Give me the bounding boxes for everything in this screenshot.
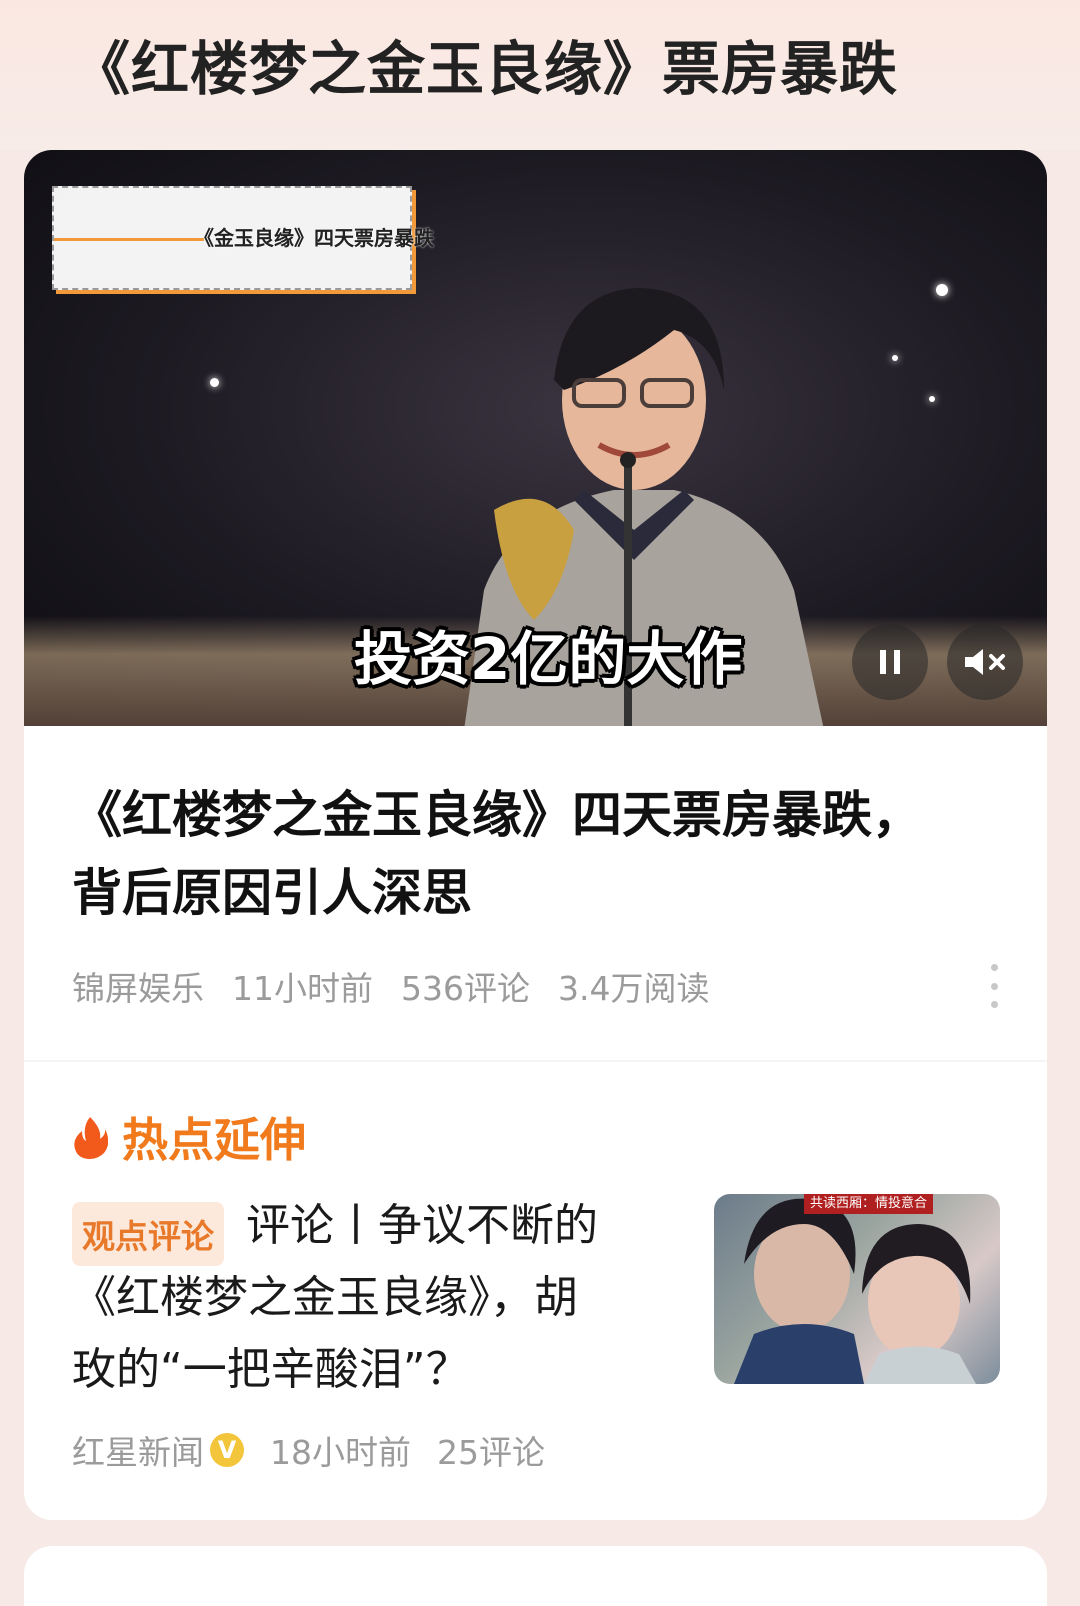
article-source[interactable]: 锦屏娱乐 [72,962,204,1010]
hot-section-header: 热点延伸 [72,1104,306,1170]
muted-speaker-icon [965,649,1005,675]
video-player[interactable]: 《金玉良缘》四天票房暴跌 投资2亿的大作 [24,150,1047,726]
video-subtitle: 投资2亿的大作 [354,625,743,693]
stage-light-dot [936,284,948,296]
article-card[interactable]: 《金玉良缘》四天票房暴跌 投资2亿的大作 《红楼梦之金玉良缘》四天票房暴跌， 背… [24,150,1047,1520]
flame-icon [74,1117,108,1159]
article-time: 11小时前 [232,969,373,1008]
related-title-line: 玫的“一把辛酸泪”？ [72,1344,470,1395]
more-options-button[interactable] [982,964,1006,1008]
article-title[interactable]: 《红楼梦之金玉良缘》四天票房暴跌， 背后原因引人深思 [72,776,1002,932]
article-comments[interactable]: 536评论 [401,962,530,1010]
thumbnail-banner: 共读西厢：情投意合 [804,1194,934,1214]
page-header: 《红楼梦之金玉良缘》票房暴跌 [0,0,1080,150]
thumbnail-image [734,1198,976,1384]
more-dot [990,964,998,971]
more-dot [990,982,998,990]
related-article-meta: 红星新闻 V 18小时前 25评论 [72,1426,545,1474]
related-article-thumbnail[interactable]: 共读西厢：情投意合 [714,1194,1000,1384]
overlay-accent-line [54,238,204,241]
next-feed-card[interactable] [24,1546,1047,1606]
article-reads: 3.4万阅读 [558,969,710,1008]
stage-light-dot [929,396,935,402]
article-title-line: 《红楼梦之金玉良缘》四天票房暴跌， [72,786,922,844]
section-divider [24,1060,1047,1062]
hot-section-label: 热点延伸 [122,1113,306,1167]
related-title-line: 《红楼梦之金玉良缘》，胡 [72,1272,578,1323]
caption-overlay: 《金玉良缘》四天票房暴跌 [52,186,434,290]
stage-light-dot [210,378,219,387]
pause-button[interactable] [852,624,928,700]
related-comments[interactable]: 25评论 [437,1426,545,1474]
article-title-line: 背后原因引人深思 [72,864,472,922]
opinion-tag: 观点评论 [72,1202,224,1266]
overlay-caption: 《金玉良缘》四天票房暴跌 [194,226,434,250]
page-title: 《红楼梦之金玉良缘》票房暴跌 [72,35,899,103]
related-source[interactable]: 红星新闻 [72,1426,204,1474]
mute-button[interactable] [947,624,1023,700]
stage-light-dot [892,355,898,361]
pause-icon [880,650,900,674]
article-meta: 锦屏娱乐 11小时前 536评论 3.4万阅读 [72,962,709,1010]
related-time: 18小时前 [270,1433,411,1472]
verified-badge-icon: V [210,1433,244,1467]
more-dot [990,1001,998,1008]
